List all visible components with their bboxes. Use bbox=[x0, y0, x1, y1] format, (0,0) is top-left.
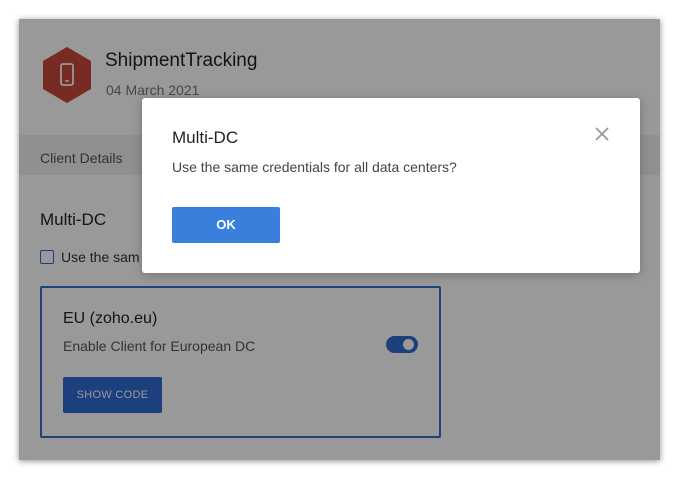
dialog-message: Use the same credentials for all data ce… bbox=[172, 159, 457, 175]
multi-dc-dialog: Multi-DC Use the same credentials for al… bbox=[142, 98, 640, 273]
ok-button[interactable]: OK bbox=[172, 207, 280, 243]
close-icon[interactable] bbox=[593, 125, 611, 143]
dialog-title: Multi-DC bbox=[172, 128, 239, 147]
